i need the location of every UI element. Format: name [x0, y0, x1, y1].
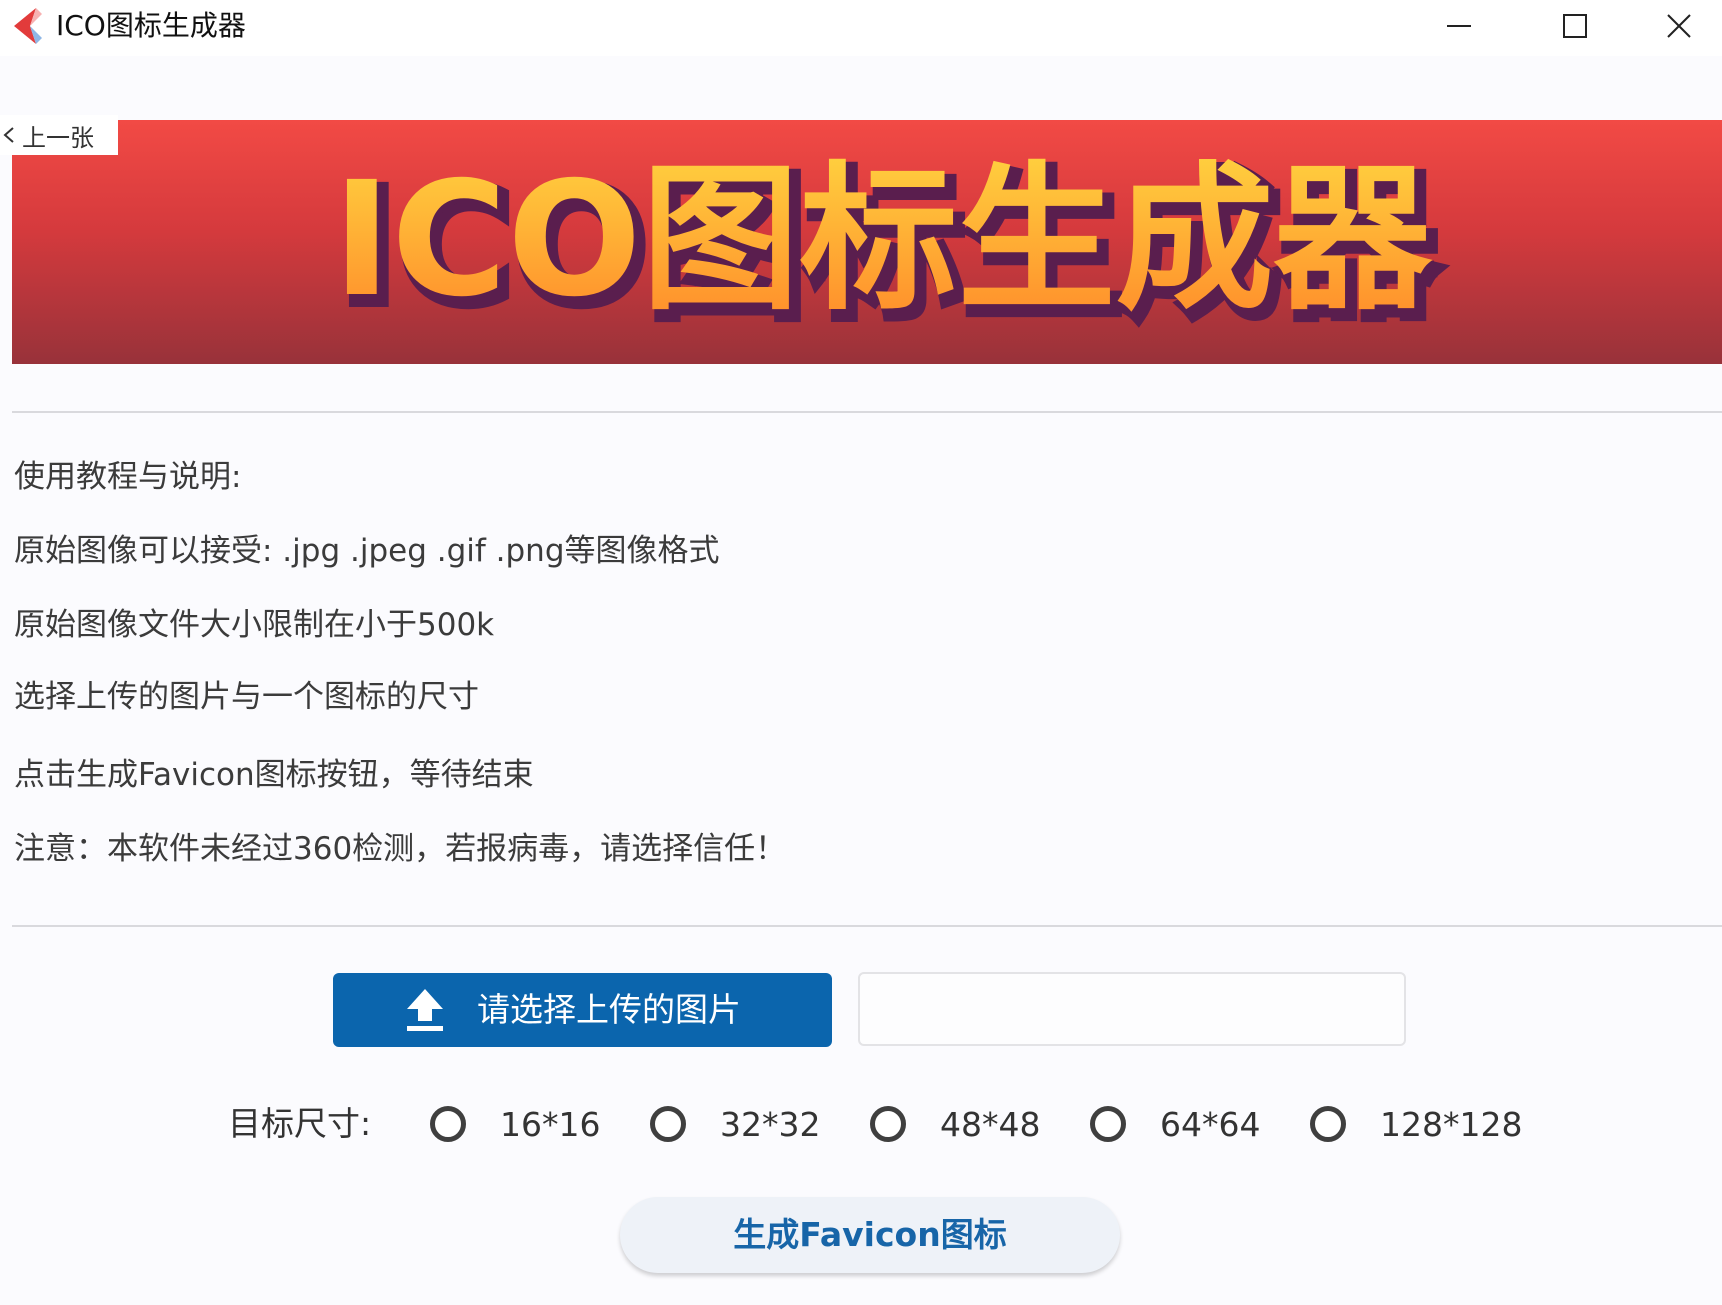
- title-bar: ICO图标生成器: [0, 0, 1722, 56]
- app-logo-icon: [14, 8, 42, 44]
- previous-image-label: 上一张: [22, 123, 94, 152]
- banner-title-art: ICO图标生成器 ICO图标生成器: [332, 148, 1444, 345]
- minimize-icon: [1447, 25, 1471, 27]
- window-title: ICO图标生成器: [56, 9, 246, 42]
- size-option-16[interactable]: 16*16: [430, 1098, 600, 1150]
- instruction-line: 注意：本软件未经过360检测，若报病毒，请选择信任！: [14, 831, 787, 867]
- instruction-line: 原始图像文件大小限制在小于500k: [14, 607, 495, 643]
- instruction-line: 选择上传的图片与一个图标的尺寸: [14, 679, 479, 715]
- maximize-button[interactable]: [1520, 0, 1630, 52]
- radio-button[interactable]: [870, 1106, 906, 1142]
- radio-button[interactable]: [650, 1106, 686, 1142]
- radio-button[interactable]: [1090, 1106, 1126, 1142]
- instruction-line: 原始图像可以接受: .jpg .jpeg .gif .png等图像格式: [14, 533, 720, 569]
- select-image-button[interactable]: 请选择上传的图片: [333, 973, 832, 1047]
- instruction-line: 点击生成Favicon图标按钮，等待结束: [14, 757, 534, 793]
- size-option-label: 64*64: [1160, 1104, 1261, 1144]
- previous-image-button[interactable]: 上一张: [0, 115, 118, 155]
- maximize-icon: [1563, 14, 1587, 38]
- minimize-button[interactable]: [1404, 0, 1514, 52]
- divider: [12, 411, 1722, 413]
- size-option-128[interactable]: 128*128: [1310, 1098, 1522, 1150]
- generate-favicon-button[interactable]: 生成Favicon图标: [620, 1197, 1120, 1273]
- divider: [12, 925, 1722, 927]
- size-option-label: 16*16: [500, 1104, 601, 1144]
- size-option-48[interactable]: 48*48: [870, 1098, 1040, 1150]
- target-size-label: 目标尺寸:: [228, 1104, 372, 1143]
- banner-carousel: ICO图标生成器 ICO图标生成器: [12, 120, 1722, 364]
- size-option-32[interactable]: 32*32: [650, 1098, 820, 1150]
- banner-title-text: ICO图标生成器: [332, 148, 1432, 332]
- close-button[interactable]: [1636, 0, 1722, 52]
- instructions-heading: 使用教程与说明:: [14, 459, 242, 495]
- close-icon: [1667, 14, 1691, 38]
- size-option-64[interactable]: 64*64: [1090, 1098, 1260, 1150]
- size-option-label: 32*32: [720, 1104, 821, 1144]
- upload-icon: [407, 989, 443, 1031]
- radio-button[interactable]: [1310, 1106, 1346, 1142]
- size-option-label: 48*48: [940, 1104, 1041, 1144]
- radio-button[interactable]: [430, 1106, 466, 1142]
- chevron-left-icon: [3, 127, 14, 143]
- select-image-label: 请选择上传的图片: [477, 990, 741, 1029]
- selected-file-field[interactable]: [858, 972, 1406, 1046]
- size-option-label: 128*128: [1380, 1104, 1523, 1144]
